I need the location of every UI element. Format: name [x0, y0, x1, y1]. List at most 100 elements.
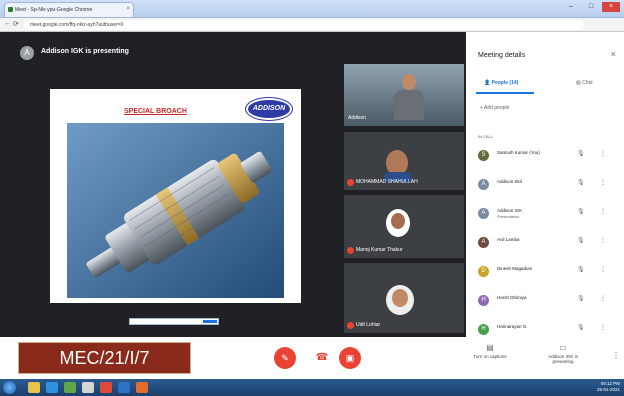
- chrome-icon[interactable]: [100, 382, 112, 393]
- avatar: S: [478, 150, 489, 161]
- participant-subtitle: Presentation: [497, 214, 520, 219]
- more-options-icon[interactable]: ⋮: [600, 208, 606, 215]
- minimize-icon[interactable]: –: [562, 2, 580, 12]
- tile-name: MOHAMMAD SHAHULLAH: [356, 179, 418, 185]
- presenting-button-label: Addison IGK is presenting: [548, 354, 578, 364]
- mute-icon[interactable]: 🎙: [577, 208, 585, 215]
- mic-toggle-button[interactable]: ✎: [274, 347, 296, 369]
- participant-row[interactable]: A Addison Skil 🎙 ⋮: [466, 173, 624, 197]
- word-icon[interactable]: [118, 382, 130, 393]
- course-code-overlay: MEC/21/I/7: [18, 342, 191, 374]
- mute-icon[interactable]: 🎙: [577, 266, 585, 273]
- app-icon[interactable]: [82, 382, 94, 393]
- start-button[interactable]: [3, 381, 16, 394]
- presenting-button[interactable]: ▭ Addison IGK is presenting: [539, 343, 587, 364]
- participant-name: Santosh Kumar (You): [497, 150, 540, 155]
- media-player-icon[interactable]: [64, 382, 76, 393]
- slide-title: SPECIAL BROACH: [124, 108, 187, 115]
- clock-date: 25-01-2021: [596, 387, 620, 392]
- window-close-icon[interactable]: ×: [602, 2, 620, 12]
- tile-name: Addison: [348, 115, 367, 121]
- caption-button: [203, 320, 217, 323]
- browser-tab-title: Meet - Sp-Nls-ypu-Google Chrome: [15, 7, 93, 13]
- participant-row[interactable]: D Dinesh Magadum 🎙 ⋮: [466, 260, 624, 284]
- participant-body: [394, 90, 424, 120]
- hang-up-icon: ☎: [315, 352, 329, 363]
- powerpoint-icon[interactable]: [136, 382, 148, 393]
- mute-icon[interactable]: 🎙: [577, 295, 585, 302]
- participant-row[interactable]: H Harsh Dhimiya 🎙 ⋮: [466, 289, 624, 313]
- captions-button[interactable]: ▤ Turn on captions: [470, 343, 510, 359]
- participant-face: [402, 74, 416, 90]
- close-icon[interactable]: ×: [611, 49, 616, 59]
- slide-caption-box: [129, 318, 219, 325]
- more-options-icon[interactable]: ⋮: [600, 237, 606, 244]
- tab-chat-label: Chat: [582, 80, 593, 86]
- mute-icon[interactable]: 🎙: [577, 150, 585, 157]
- mute-icon[interactable]: 🎙: [577, 324, 585, 331]
- reload-icon[interactable]: ⟳: [13, 20, 19, 28]
- participant-name: Dinesh Magadum: [497, 266, 533, 271]
- tile-name: Udit Lohiar: [356, 322, 381, 328]
- presenter-avatar: A: [20, 46, 34, 60]
- internet-explorer-icon[interactable]: [46, 382, 58, 393]
- add-people-label: Add people: [484, 105, 510, 111]
- close-tab-icon[interactable]: ×: [126, 6, 130, 12]
- camera-toggle-button[interactable]: ▣: [339, 347, 361, 369]
- more-options-icon[interactable]: ⋮: [600, 150, 606, 157]
- more-options-icon[interactable]: ⋮: [600, 179, 606, 186]
- video-tile[interactable]: Udit Lohiar: [344, 263, 464, 333]
- mic-off-icon: [347, 322, 354, 329]
- participant-face: [391, 213, 405, 229]
- avatar: A: [478, 179, 489, 190]
- windows-taskbar: 09:12 PM 25-01-2021: [0, 379, 624, 396]
- mic-off-icon: [347, 247, 354, 254]
- more-options-icon[interactable]: ⋮: [600, 295, 606, 302]
- participant-row[interactable]: A Addison IGK Presentation 🎙 ⋮: [466, 202, 624, 226]
- in-call-heading: IN CALL: [478, 134, 494, 139]
- browser-tab-bar: Meet - Sp-Nls-ypu-Google Chrome × – □ ×: [0, 0, 624, 18]
- hang-up-button[interactable]: ☎: [311, 347, 333, 369]
- mic-off-icon: ✎: [281, 353, 289, 363]
- participant-name: Harinarayan G.: [497, 324, 528, 329]
- system-tray-clock[interactable]: 09:12 PM 25-01-2021: [597, 381, 620, 393]
- presenting-label: Addison IGK is presenting: [41, 48, 129, 55]
- addison-logo: ADDISON: [246, 98, 292, 120]
- address-bar: ← ⟳ meet.google.com/ffq-nkiz-ayh?authuse…: [0, 18, 624, 32]
- broach-image: [67, 123, 284, 298]
- back-icon[interactable]: ←: [4, 20, 11, 27]
- captions-label: Turn on captions: [473, 354, 507, 359]
- tile-name: Manoj Kumar Thakur: [356, 247, 403, 253]
- participant-face: [392, 289, 408, 307]
- present-screen-icon: ▭: [559, 343, 567, 352]
- more-options-icon[interactable]: ⋮: [612, 351, 620, 360]
- people-icon: 👤: [484, 80, 492, 86]
- captions-icon: ▤: [486, 343, 494, 352]
- participant-row[interactable]: A Anil Lamba 🎙 ⋮: [466, 231, 624, 255]
- mute-icon[interactable]: 🎙: [577, 237, 585, 244]
- participant-name: Addison Skil: [497, 179, 522, 184]
- video-tile[interactable]: Manoj Kumar Thakur: [344, 195, 464, 258]
- more-options-icon[interactable]: ⋮: [600, 266, 606, 273]
- participant-name: Harsh Dhimiya: [497, 295, 527, 300]
- avatar: D: [478, 266, 489, 277]
- tab-people-label: People (14): [491, 80, 519, 86]
- file-explorer-icon[interactable]: [28, 382, 40, 393]
- tab-chat[interactable]: ▤ Chat: [576, 80, 593, 86]
- tab-people[interactable]: 👤 People (14): [484, 80, 518, 86]
- mute-icon[interactable]: 🎙: [577, 179, 585, 186]
- add-people-button[interactable]: + Add people: [480, 105, 509, 111]
- avatar: H: [478, 324, 489, 335]
- video-tile[interactable]: MOHAMMAD SHAHULLAH: [344, 132, 464, 190]
- participant-row[interactable]: S Santosh Kumar (You) 🎙 ⋮: [466, 144, 624, 168]
- url-field[interactable]: meet.google.com/ffq-nkiz-ayh?authuser=0: [24, 20, 584, 30]
- maximize-icon[interactable]: □: [582, 2, 600, 12]
- participant-name: Addison IGK: [497, 208, 523, 213]
- panel-title: Meeting details: [478, 52, 526, 59]
- video-tile[interactable]: Addison: [344, 64, 464, 126]
- browser-tab[interactable]: Meet - Sp-Nls-ypu-Google Chrome ×: [4, 2, 134, 17]
- more-options-icon[interactable]: ⋮: [600, 324, 606, 331]
- meet-favicon-icon: [8, 7, 13, 12]
- participant-name: Anil Lamba: [497, 237, 520, 242]
- avatar: A: [478, 237, 489, 248]
